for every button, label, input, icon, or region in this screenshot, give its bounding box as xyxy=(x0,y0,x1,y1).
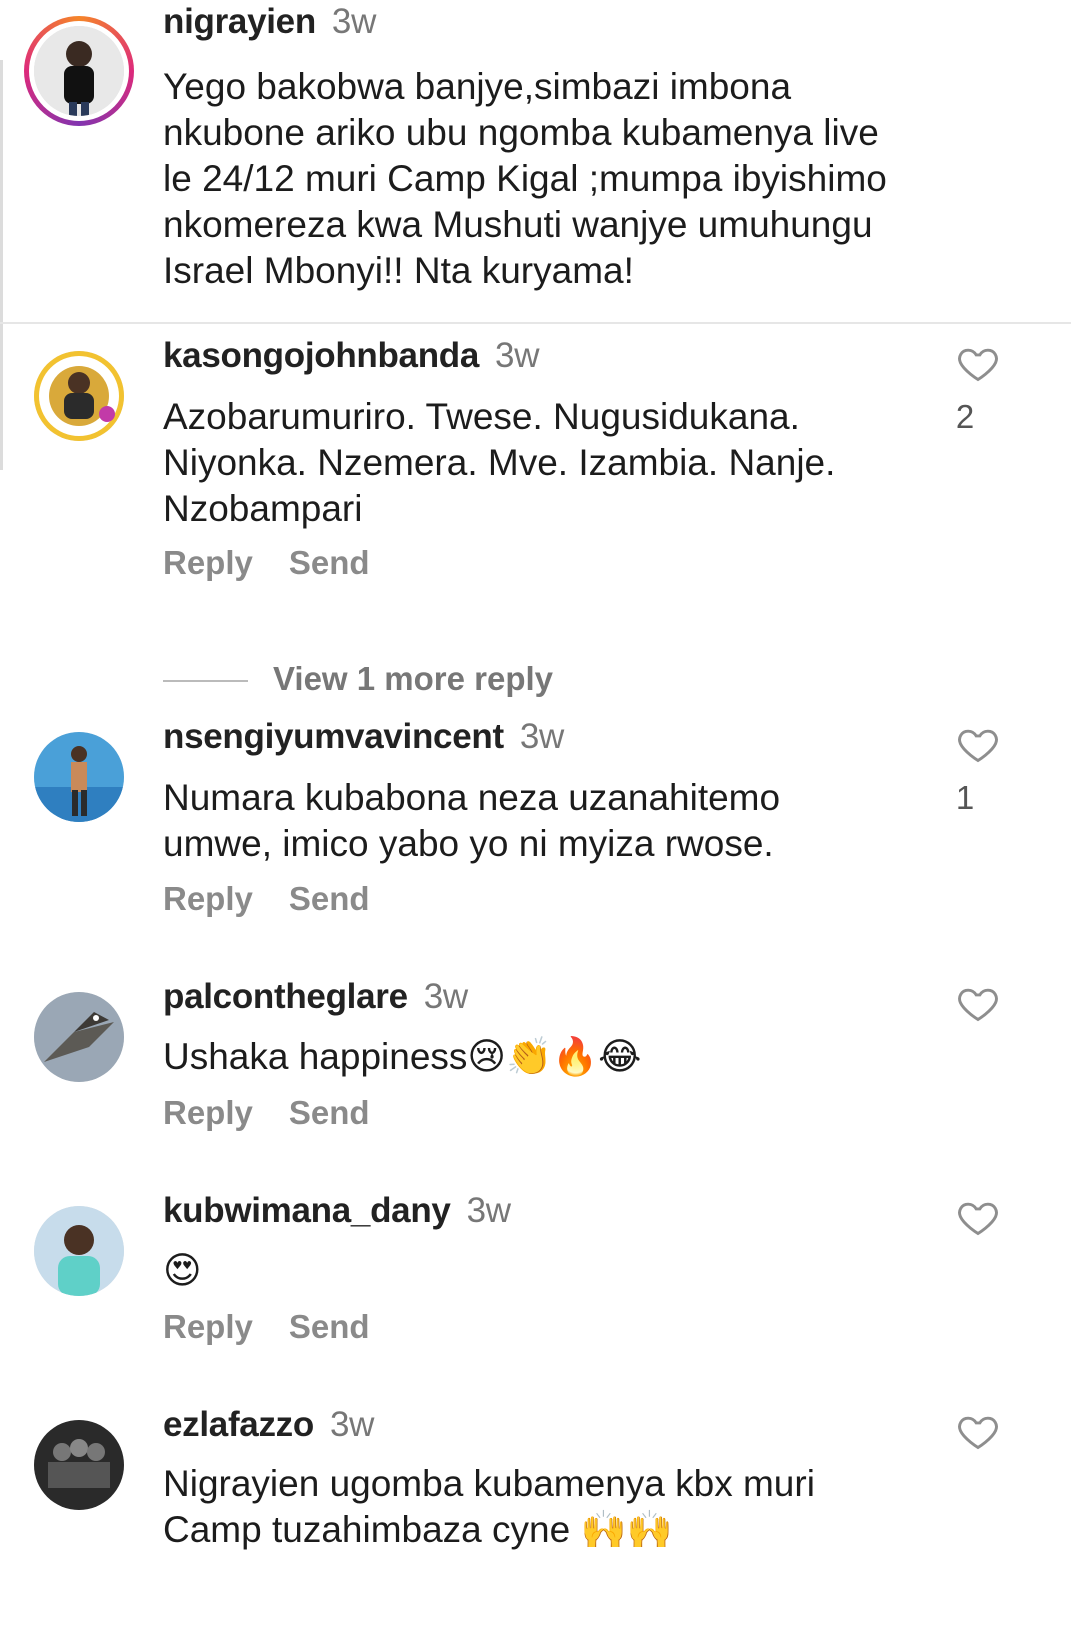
send-button[interactable]: Send xyxy=(289,544,370,581)
username-text[interactable]: kubwimana_dany xyxy=(163,1191,451,1230)
view-more-replies[interactable]: View 1 more reply xyxy=(163,660,553,698)
comment-text: Yego bakobwa banjye,simbazi imbona nkubo… xyxy=(163,66,887,291)
send-button[interactable]: Send xyxy=(289,1308,370,1345)
username-text[interactable]: kasongojohnbanda xyxy=(163,336,479,375)
username-text[interactable]: nigrayien xyxy=(163,2,316,41)
comment-time: 3w xyxy=(519,717,564,756)
comment-actions: Reply Send xyxy=(163,544,406,582)
comment-username[interactable]: ezlafazzo 3w xyxy=(163,1405,374,1445)
comment-username[interactable]: palcontheglare 3w xyxy=(163,977,468,1017)
group-avatar-icon xyxy=(34,1420,124,1510)
comment-text: Azobarumuriro. Twese. Nugusidukana. Niyo… xyxy=(163,396,836,529)
comment-text: Nigrayien ugomba kubamenya kbx muri Camp… xyxy=(163,1463,815,1550)
thread-line xyxy=(0,60,3,470)
like-heart-icon[interactable] xyxy=(956,1409,1000,1453)
person-avatar-icon xyxy=(34,351,124,441)
avatar[interactable] xyxy=(34,992,124,1082)
comment-username[interactable]: kubwimana_dany 3w xyxy=(163,1191,511,1231)
comment-time: 3w xyxy=(423,977,468,1016)
avatar[interactable] xyxy=(34,732,124,822)
comment-text: Ushaka happiness😢👏🔥😂 xyxy=(163,1036,642,1077)
view-more-line xyxy=(163,680,248,683)
like-heart-icon[interactable] xyxy=(956,981,1000,1025)
send-button[interactable]: Send xyxy=(289,1094,370,1131)
comment-actions: Reply Send xyxy=(163,880,406,918)
comment-text: 😍 xyxy=(163,1250,202,1291)
story-ring[interactable] xyxy=(24,16,134,126)
username-text[interactable]: palcontheglare xyxy=(163,977,408,1016)
avatar[interactable] xyxy=(34,351,124,441)
comment-username[interactable]: nsengiyumvavincent 3w xyxy=(163,717,564,757)
bird-avatar-icon xyxy=(34,992,124,1082)
send-button[interactable]: Send xyxy=(289,880,370,917)
username-text[interactable]: nsengiyumvavincent xyxy=(163,717,504,756)
comment-time: 3w xyxy=(329,1405,375,1444)
like-heart-icon[interactable] xyxy=(956,341,1000,385)
reply-button[interactable]: Reply xyxy=(163,1308,253,1345)
person-avatar-icon xyxy=(34,26,124,116)
divider xyxy=(0,322,1071,324)
comment-time: 3w xyxy=(331,2,377,41)
like-count: 1 xyxy=(955,779,975,816)
comment-username[interactable]: kasongojohnbanda 3w xyxy=(163,336,540,376)
person-avatar-icon xyxy=(34,1206,124,1296)
username-text[interactable]: ezlafazzo xyxy=(163,1405,314,1444)
avatar[interactable] xyxy=(34,1420,124,1510)
reply-button[interactable]: Reply xyxy=(163,544,253,581)
comment-actions: Reply Send xyxy=(163,1308,406,1346)
comment-username[interactable]: nigrayien 3w xyxy=(163,2,376,42)
reply-button[interactable]: Reply xyxy=(163,1094,253,1131)
like-heart-icon[interactable] xyxy=(956,1195,1000,1239)
like-heart-icon[interactable] xyxy=(956,722,1000,766)
comment-time: 3w xyxy=(466,1191,511,1230)
view-more-label[interactable]: View 1 more reply xyxy=(273,660,553,697)
comment-text: Numara kubabona neza uzanahitemo umwe, i… xyxy=(163,777,781,864)
avatar[interactable] xyxy=(34,1206,124,1296)
like-count: 2 xyxy=(955,398,975,435)
comment-time: 3w xyxy=(495,336,540,375)
person-avatar-icon xyxy=(34,732,124,822)
avatar[interactable] xyxy=(34,26,124,116)
comment-actions: Reply Send xyxy=(163,1094,406,1132)
reply-button[interactable]: Reply xyxy=(163,880,253,917)
